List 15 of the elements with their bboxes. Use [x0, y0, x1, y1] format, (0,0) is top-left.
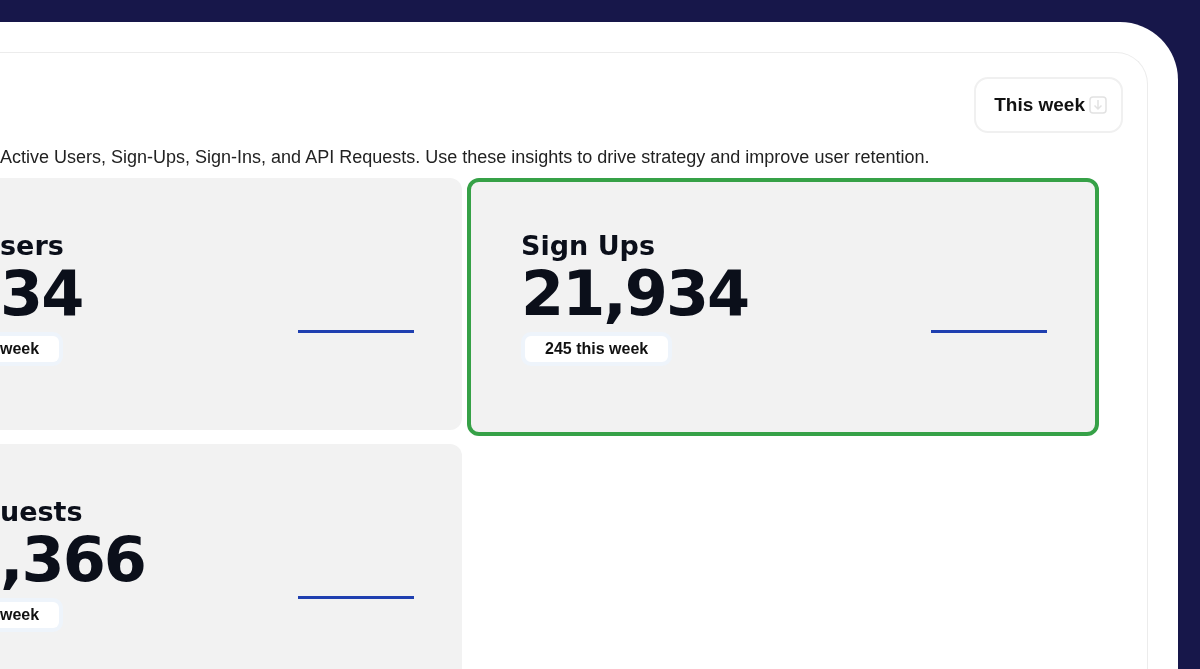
metric-card[interactable]: Sign Ups 21,934 245 this week [467, 178, 1099, 436]
metric-value: ,366 [0, 527, 145, 593]
metric-card[interactable]: sers 34 week [0, 178, 462, 430]
weekly-change-badge: week [0, 598, 64, 633]
metric-value: 21,934 [521, 261, 749, 327]
metric-value: 34 [0, 261, 83, 327]
description-text: Active Users, Sign-Ups, Sign-Ins, and API Requests. Use these insights to drive strategy and improve user retention. [0, 147, 931, 168]
download-icon [1089, 96, 1107, 114]
metric-card[interactable]: uests ,366 week [0, 444, 462, 669]
metric-title: sers [0, 230, 64, 261]
weekly-change-badge: 245 this week [521, 332, 673, 367]
weekly-change-badge: week [0, 332, 64, 367]
metric-title: Sign Ups [521, 230, 655, 261]
metric-title: uests [0, 496, 83, 527]
period-dropdown[interactable]: This week [974, 77, 1123, 133]
